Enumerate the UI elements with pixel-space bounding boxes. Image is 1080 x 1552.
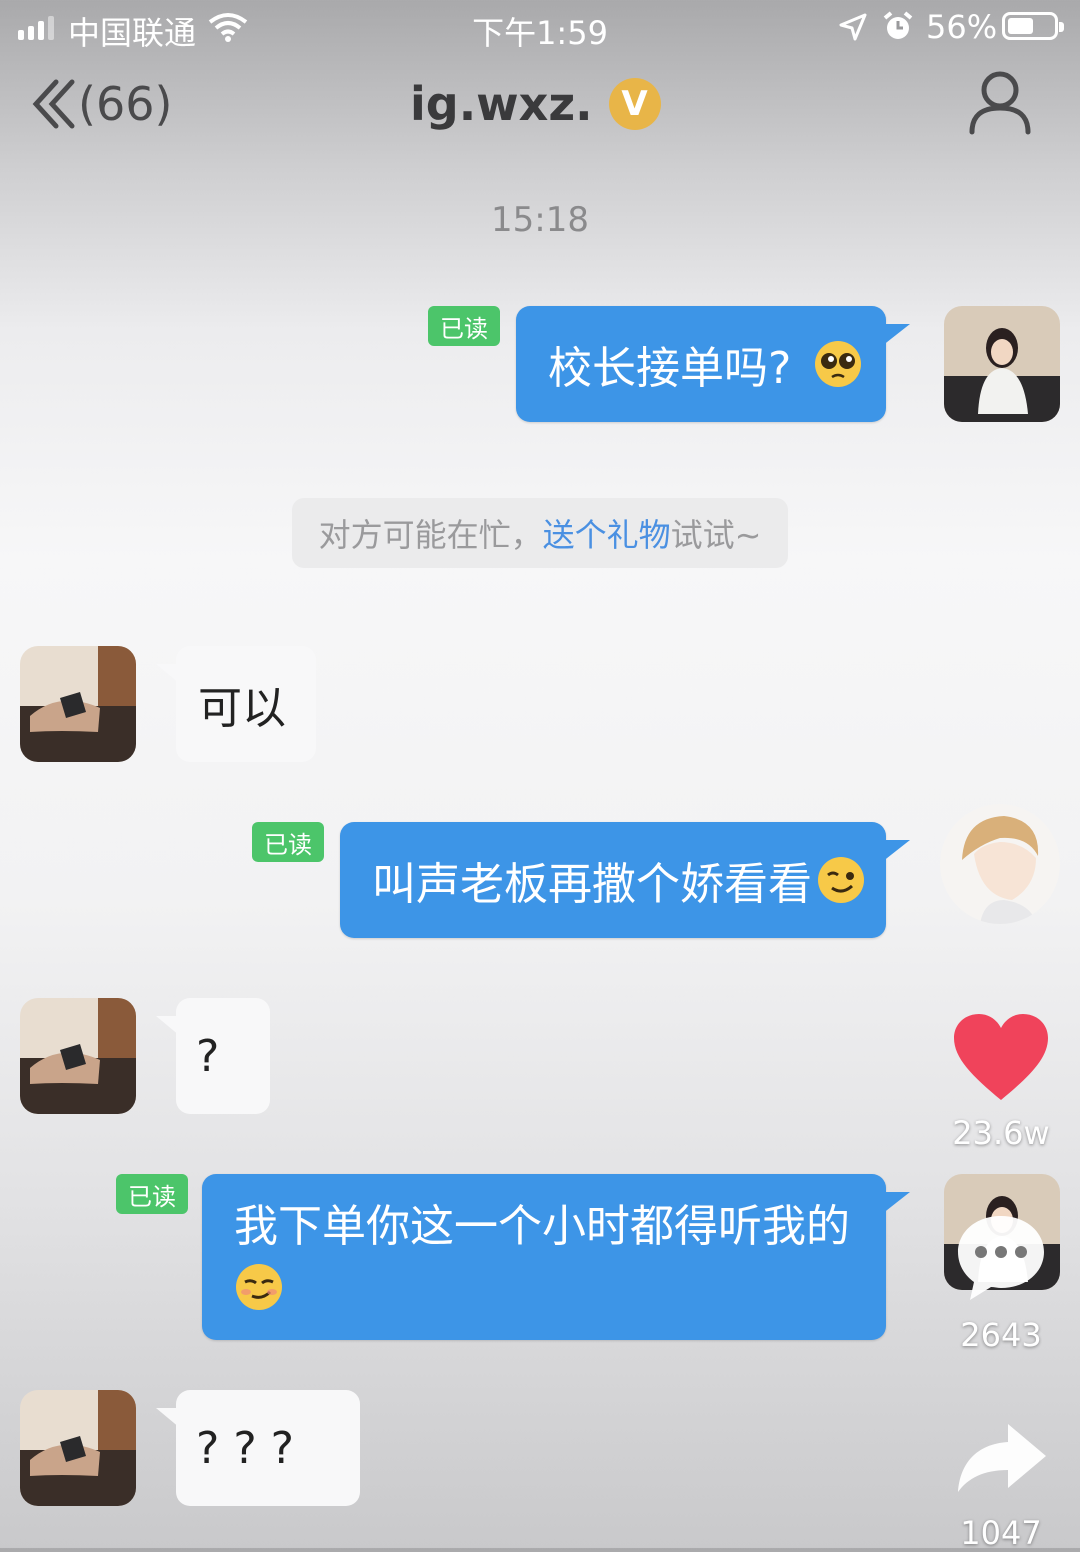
battery-percent: 56% <box>926 8 998 46</box>
profile-icon[interactable] <box>966 66 1034 136</box>
unread-count: (66) <box>78 77 173 131</box>
chevron-left-icon <box>32 79 75 129</box>
avatar-photo <box>20 998 136 1114</box>
location-icon <box>839 13 867 41</box>
incoming-message[interactable]: ? ? ? <box>156 1390 360 1506</box>
message-text: ? ? ? <box>196 1422 295 1474</box>
notice-text: 对方可能在忙， <box>318 516 543 554</box>
avatar-photo <box>944 306 1060 422</box>
outgoing-message[interactable]: 叫声老板再撒个娇看看 <box>340 822 910 938</box>
read-badge: 已读 <box>428 306 500 346</box>
my-avatar[interactable] <box>944 306 1060 422</box>
status-time: 下午1:59 <box>472 14 608 52</box>
verified-badge: V <box>608 78 661 130</box>
incoming-message[interactable]: ? <box>156 998 270 1114</box>
outgoing-message[interactable]: 我下单你这一个小时都得听我的 <box>202 1174 910 1340</box>
read-badge: 已读 <box>116 1174 188 1214</box>
comment-icon[interactable] <box>954 1212 1048 1304</box>
pleading-face-icon <box>815 341 862 387</box>
notice-suffix: 试试~ <box>670 516 762 554</box>
smirk-face-icon <box>236 1264 282 1310</box>
battery-fill <box>1008 18 1033 34</box>
share-count: 1047 <box>960 1514 1042 1552</box>
message-text: 可以 <box>198 683 286 734</box>
contact-avatar[interactable] <box>20 646 136 762</box>
like-count: 23.6w <box>952 1114 1050 1152</box>
back-button[interactable]: (66) <box>28 72 172 136</box>
share-arrow-icon[interactable] <box>954 1420 1048 1494</box>
send-gift-link[interactable]: 送个礼物 <box>543 510 671 556</box>
avatar-illustration <box>940 804 1060 924</box>
contact-name: ig.wxz. <box>410 77 593 131</box>
read-badge: 已读 <box>252 822 324 862</box>
contact-avatar[interactable] <box>20 998 136 1114</box>
alarm-icon <box>883 11 913 39</box>
outgoing-message[interactable]: 校长接单吗? <box>516 306 910 422</box>
avatar-photo <box>20 1390 136 1506</box>
chat-title: ig.wxz. V <box>410 72 661 136</box>
avatar-photo <box>20 646 136 762</box>
comment-count: 2643 <box>960 1316 1042 1354</box>
contact-avatar[interactable] <box>20 1390 136 1506</box>
message-text: ? <box>196 1030 220 1082</box>
my-avatar[interactable] <box>940 804 1060 924</box>
system-notice: 对方可能在忙， 送个礼物 试试~ <box>292 498 788 568</box>
like-heart-icon[interactable] <box>952 1012 1050 1102</box>
incoming-message[interactable]: 可以 <box>156 646 316 762</box>
message-text: 叫声老板再撒个娇看看 <box>372 859 812 910</box>
chat-timestamp: 15:18 <box>491 200 589 240</box>
wink-face-icon <box>818 857 864 903</box>
status-bar: 中国联通 下午1:59 56% <box>0 0 1080 56</box>
battery-icon <box>1002 12 1064 40</box>
message-text: 我下单你这一个小时都得听我的 <box>234 1201 850 1252</box>
message-text: 校长接单吗? <box>548 343 792 394</box>
